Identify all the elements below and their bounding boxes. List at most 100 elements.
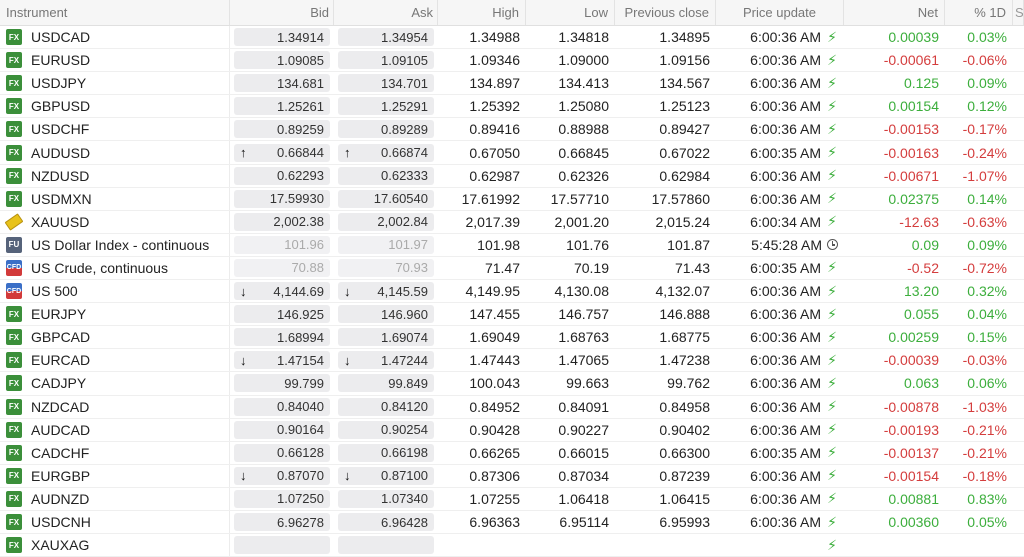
table-row[interactable]: CFD US Crude, continuous 70.88 70.93 71.47 70…: [0, 256, 1024, 281]
bid-button[interactable]: 6.96278: [234, 513, 330, 532]
instrument-cell[interactable]: FX NZDUSD: [0, 164, 230, 187]
table-row[interactable]: FX USDCAD 1.34914 1.34954 1.34988 1.34818 1.34…: [0, 26, 1024, 50]
ask-cell[interactable]: 1.69074: [334, 326, 438, 348]
instrument-cell[interactable]: FX AUDUSD: [0, 141, 230, 164]
bid-button[interactable]: ↓ 4,144.69: [234, 282, 330, 301]
ask-button[interactable]: 6.96428: [338, 513, 434, 532]
table-row[interactable]: FX GBPUSD 1.25261 1.25291 1.25392 1.25080 1.25…: [0, 95, 1024, 119]
bid-button[interactable]: 134.681: [234, 74, 330, 93]
ask-cell[interactable]: 1.07340: [334, 488, 438, 510]
table-row[interactable]: FX USDJPY 134.681 134.701 134.897 134.413 134.…: [0, 72, 1024, 96]
table-row[interactable]: FX USDMXN 17.59930 17.60540 17.61992 17.57710…: [0, 187, 1024, 211]
ask-cell[interactable]: 0.89289: [334, 118, 438, 140]
bid-cell[interactable]: [230, 534, 334, 556]
ask-cell[interactable]: 0.90254: [334, 419, 438, 441]
table-row[interactable]: FX EURJPY 146.925 146.960 147.455 146.757 146.…: [0, 303, 1024, 327]
bid-button[interactable]: 1.09085: [234, 51, 330, 70]
bid-button[interactable]: 99.799: [234, 374, 330, 393]
bid-cell[interactable]: 70.88: [230, 257, 334, 279]
instrument-cell[interactable]: FX CADJPY: [0, 372, 230, 395]
ask-cell[interactable]: 101.97: [334, 234, 438, 256]
table-row[interactable]: CFD US 500 ↓ 4,144.69 ↓ 4,145.59 4,149.95 4,130…: [0, 280, 1024, 304]
instrument-cell[interactable]: CFD US 500: [0, 280, 230, 303]
table-row[interactable]: FX AUDUSD ↑ 0.66844 ↑ 0.66874 0.67050 0.66845 0.…: [0, 141, 1024, 165]
instrument-cell[interactable]: FX USDCHF: [0, 118, 230, 141]
ask-button[interactable]: 0.90254: [338, 420, 434, 439]
bid-cell[interactable]: ↓ 4,144.69: [230, 280, 334, 302]
ask-cell[interactable]: [334, 534, 438, 556]
ask-cell[interactable]: ↓ 4,145.59: [334, 280, 438, 302]
ask-button[interactable]: ↓ 1.47244: [338, 351, 434, 370]
instrument-cell[interactable]: FX EURCAD: [0, 349, 230, 372]
ask-button[interactable]: 0.84120: [338, 397, 434, 416]
bid-cell[interactable]: 0.90164: [230, 419, 334, 441]
ask-button[interactable]: 0.66198: [338, 443, 434, 462]
bid-button[interactable]: [234, 536, 330, 555]
ask-cell[interactable]: ↓ 1.47244: [334, 349, 438, 371]
ask-button[interactable]: 2,002.84: [338, 212, 434, 231]
ask-button[interactable]: ↑ 0.66874: [338, 143, 434, 162]
instrument-cell[interactable]: FX EURGBP: [0, 464, 230, 487]
bid-cell[interactable]: 1.34914: [230, 26, 334, 48]
ask-button[interactable]: 1.25291: [338, 97, 434, 116]
bid-button[interactable]: 1.34914: [234, 28, 330, 47]
bid-button[interactable]: ↓ 0.87070: [234, 466, 330, 485]
bid-cell[interactable]: 1.25261: [230, 95, 334, 117]
ask-cell[interactable]: 2,002.84: [334, 211, 438, 233]
instrument-cell[interactable]: FX AUDNZD: [0, 487, 230, 510]
ask-button[interactable]: 1.69074: [338, 328, 434, 347]
instrument-cell[interactable]: FX GBPCAD: [0, 326, 230, 349]
ask-button[interactable]: 146.960: [338, 305, 434, 324]
ask-cell[interactable]: ↓ 0.87100: [334, 465, 438, 487]
bid-button[interactable]: 1.68994: [234, 328, 330, 347]
ask-button[interactable]: 134.701: [338, 74, 434, 93]
bid-cell[interactable]: ↓ 1.47154: [230, 349, 334, 371]
table-row[interactable]: FX USDCNH 6.96278 6.96428 6.96363 6.95114 6.95…: [0, 510, 1024, 535]
bid-cell[interactable]: 0.62293: [230, 165, 334, 187]
ask-cell[interactable]: 146.960: [334, 303, 438, 325]
column-header-bid[interactable]: Bid: [230, 0, 334, 25]
table-row[interactable]: FX EURGBP ↓ 0.87070 ↓ 0.87100 0.87306 0.87034 0.…: [0, 464, 1024, 488]
bid-button[interactable]: ↑ 0.66844: [234, 143, 330, 162]
instrument-cell[interactable]: FX USDJPY: [0, 72, 230, 95]
ask-cell[interactable]: 70.93: [334, 257, 438, 279]
ask-cell[interactable]: 134.701: [334, 72, 438, 94]
table-row[interactable]: FX NZDCAD 0.84040 0.84120 0.84952 0.84091 0.84…: [0, 395, 1024, 419]
bid-button[interactable]: 0.66128: [234, 443, 330, 462]
instrument-cell[interactable]: FU US Dollar Index - continuous: [0, 233, 230, 256]
bid-cell[interactable]: 0.66128: [230, 442, 334, 464]
bid-button[interactable]: 17.59930: [234, 189, 330, 208]
instrument-cell[interactable]: FX USDMXN: [0, 187, 230, 210]
table-row[interactable]: XAUUSD 2,002.38 2,002.84 2,017.39 2,001.20 2,…: [0, 210, 1024, 234]
ask-button[interactable]: 70.93: [338, 258, 434, 277]
instrument-cell[interactable]: FX XAUXAG: [0, 534, 230, 557]
ask-button[interactable]: 1.09105: [338, 51, 434, 70]
ask-button[interactable]: [338, 536, 434, 555]
table-row[interactable]: FX GBPCAD 1.68994 1.69074 1.69049 1.68763 1.68…: [0, 326, 1024, 350]
instrument-cell[interactable]: XAUUSD: [0, 210, 230, 233]
ask-cell[interactable]: 1.25291: [334, 95, 438, 117]
bid-cell[interactable]: 0.84040: [230, 396, 334, 418]
ask-cell[interactable]: 0.62333: [334, 165, 438, 187]
ask-button[interactable]: 17.60540: [338, 189, 434, 208]
bid-cell[interactable]: 1.09085: [230, 49, 334, 71]
ask-cell[interactable]: 1.34954: [334, 26, 438, 48]
bid-cell[interactable]: 0.89259: [230, 118, 334, 140]
ask-button[interactable]: ↓ 0.87100: [338, 466, 434, 485]
ask-cell[interactable]: 0.84120: [334, 396, 438, 418]
instrument-cell[interactable]: FX USDCNH: [0, 510, 230, 534]
table-row[interactable]: FX CADCHF 0.66128 0.66198 0.66265 0.66015 0.66…: [0, 441, 1024, 465]
bid-cell[interactable]: 146.925: [230, 303, 334, 325]
column-header-low[interactable]: Low: [526, 0, 615, 25]
bid-button[interactable]: 2,002.38: [234, 212, 330, 231]
ask-cell[interactable]: 99.849: [334, 372, 438, 394]
ask-button[interactable]: 1.34954: [338, 28, 434, 47]
bid-cell[interactable]: 17.59930: [230, 188, 334, 210]
bid-cell[interactable]: 2,002.38: [230, 211, 334, 233]
ask-cell[interactable]: 1.09105: [334, 49, 438, 71]
table-row[interactable]: FX NZDUSD 0.62293 0.62333 0.62987 0.62326 0.62…: [0, 164, 1024, 188]
table-row[interactable]: FU US Dollar Index - continuous 101.96 101.…: [0, 233, 1024, 257]
bid-button[interactable]: 70.88: [234, 258, 330, 277]
table-row[interactable]: FX USDCHF 0.89259 0.89289 0.89416 0.88988 0.89…: [0, 118, 1024, 142]
bid-button[interactable]: 0.89259: [234, 120, 330, 139]
